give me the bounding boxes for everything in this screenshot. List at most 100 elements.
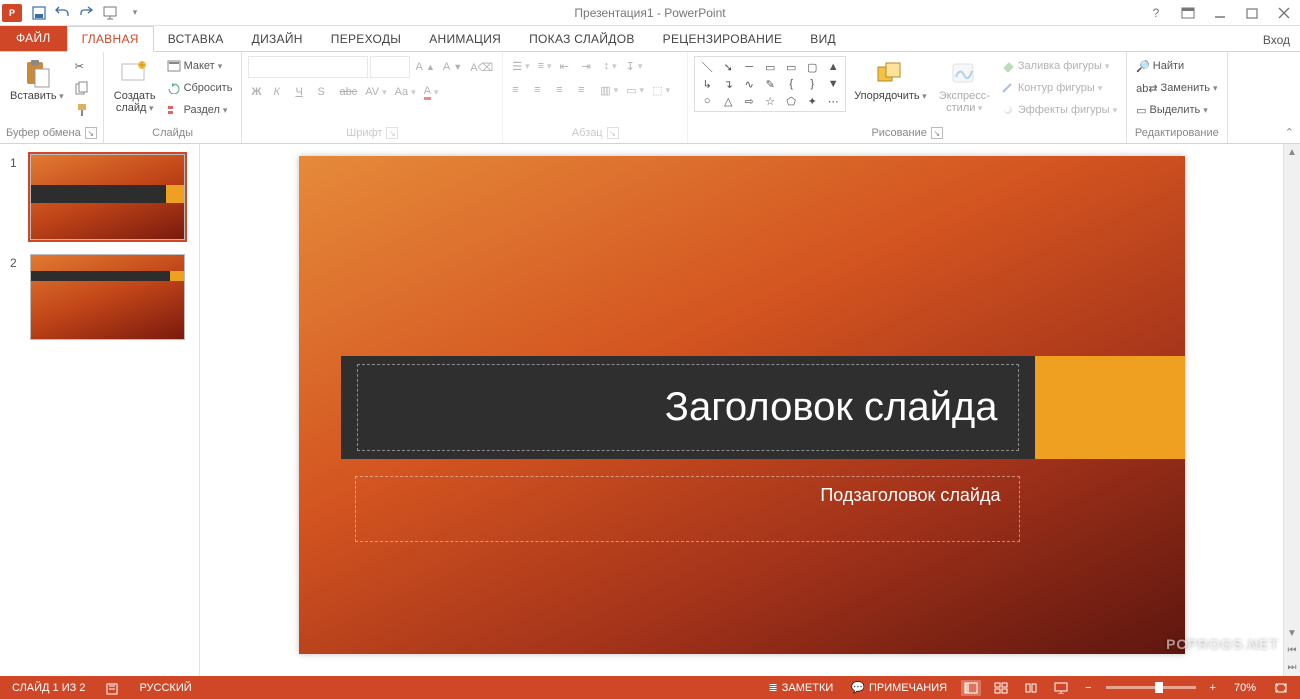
- change-case-button[interactable]: Aa: [392, 82, 419, 102]
- normal-view-icon[interactable]: [961, 680, 981, 696]
- reading-view-icon[interactable]: [1021, 680, 1041, 696]
- underline-button[interactable]: Ч: [292, 82, 312, 102]
- find-button[interactable]: 🔎Найти: [1133, 56, 1220, 76]
- thumbnail-1[interactable]: 1: [10, 154, 189, 240]
- justify-button[interactable]: ≡: [575, 80, 595, 100]
- zoom-slider[interactable]: [1106, 686, 1196, 689]
- new-slide-button[interactable]: Создать слайд: [110, 56, 160, 116]
- tab-review[interactable]: РЕЦЕНЗИРОВАНИЕ: [649, 27, 797, 51]
- shrink-font-button[interactable]: A▼: [440, 57, 465, 77]
- align-center-button[interactable]: ≡: [531, 80, 551, 100]
- spellcheck-icon[interactable]: [101, 679, 123, 697]
- slide-counter[interactable]: СЛАЙД 1 ИЗ 2: [8, 680, 89, 696]
- language-indicator[interactable]: РУССКИЙ: [135, 680, 195, 696]
- shape-tri-icon[interactable]: △: [718, 93, 738, 109]
- shape-effects-button[interactable]: Эффекты фигуры: [998, 100, 1120, 120]
- shape-plus-icon[interactable]: ✦: [802, 93, 822, 109]
- clear-format-button[interactable]: A⌫: [467, 57, 496, 77]
- font-launcher-icon[interactable]: ↘: [386, 127, 398, 139]
- undo-icon[interactable]: [52, 2, 74, 24]
- shape-brace2-icon[interactable]: }: [802, 76, 822, 92]
- tab-home[interactable]: ГЛАВНАЯ: [67, 26, 154, 52]
- save-icon[interactable]: [28, 2, 50, 24]
- paragraph-launcher-icon[interactable]: ↘: [607, 127, 619, 139]
- shape-star-icon[interactable]: ☆: [760, 93, 780, 109]
- title-placeholder[interactable]: Заголовок слайда: [341, 356, 1185, 459]
- shape-rect2-icon[interactable]: ▭: [781, 59, 801, 75]
- shape-more-icon[interactable]: ⋯: [823, 93, 843, 109]
- tab-insert[interactable]: ВСТАВКА: [154, 27, 238, 51]
- bold-button[interactable]: Ж: [248, 82, 268, 102]
- tab-animations[interactable]: АНИМАЦИЯ: [415, 27, 515, 51]
- zoom-in-icon[interactable]: +: [1206, 680, 1220, 696]
- arrange-button[interactable]: Упорядочить: [850, 56, 931, 104]
- ribbon-display-icon[interactable]: [1174, 2, 1202, 24]
- next-slide-icon[interactable]: ⏭: [1284, 659, 1300, 676]
- tab-design[interactable]: ДИЗАЙН: [238, 27, 317, 51]
- zoom-out-icon[interactable]: −: [1081, 680, 1095, 696]
- text-direction-button[interactable]: ↧: [623, 56, 646, 76]
- increase-indent-button[interactable]: ⇥: [579, 56, 599, 76]
- thumbnail-1-preview[interactable]: [30, 154, 185, 240]
- tab-file[interactable]: ФАЙЛ: [0, 25, 67, 51]
- decrease-indent-button[interactable]: ⇤: [557, 56, 577, 76]
- align-text-button[interactable]: ▭: [623, 80, 647, 100]
- shape-arrowr-icon[interactable]: ⇨: [739, 93, 759, 109]
- help-icon[interactable]: ?: [1142, 2, 1170, 24]
- vertical-scrollbar[interactable]: ▲ ▼ ⏮ ⏭: [1283, 144, 1300, 676]
- shape-up-icon[interactable]: ▲: [823, 59, 843, 75]
- quick-styles-button[interactable]: Экспресс- стили: [935, 56, 994, 116]
- shadow-button[interactable]: S: [314, 82, 334, 102]
- scroll-down-icon[interactable]: ▼: [1284, 625, 1300, 642]
- shape-line-icon[interactable]: ＼: [697, 59, 717, 75]
- prev-slide-icon[interactable]: ⏮: [1284, 642, 1300, 659]
- bullets-button[interactable]: ☰: [509, 56, 532, 76]
- select-button[interactable]: ▭Выделить: [1133, 100, 1220, 120]
- align-right-button[interactable]: ≡: [553, 80, 573, 100]
- slide-thumbnail-panel[interactable]: 1 2: [0, 144, 200, 676]
- drawing-launcher-icon[interactable]: ↘: [931, 127, 943, 139]
- thumbnail-2[interactable]: 2: [10, 254, 189, 340]
- shape-callout-icon[interactable]: ⬠: [781, 93, 801, 109]
- notes-button[interactable]: ≣ЗАМЕТКИ: [765, 679, 838, 696]
- scroll-up-icon[interactable]: ▲: [1284, 144, 1300, 161]
- minimize-icon[interactable]: [1206, 2, 1234, 24]
- numbering-button[interactable]: ≡: [535, 56, 555, 76]
- font-color-button[interactable]: A: [421, 82, 442, 102]
- smartart-button[interactable]: ⬚: [649, 80, 673, 100]
- cut-button[interactable]: ✂: [72, 56, 92, 76]
- qat-customize-icon[interactable]: [124, 2, 146, 24]
- shape-brace-icon[interactable]: {: [781, 76, 801, 92]
- shape-arrow-icon[interactable]: ➘: [718, 59, 738, 75]
- zoom-level[interactable]: 70%: [1230, 680, 1260, 696]
- layout-button[interactable]: Макет: [164, 56, 236, 76]
- sorter-view-icon[interactable]: [991, 680, 1011, 696]
- comments-button[interactable]: 💬ПРИМЕЧАНИЯ: [847, 679, 951, 696]
- columns-button[interactable]: ▥: [597, 80, 621, 100]
- thumbnail-2-preview[interactable]: [30, 254, 185, 340]
- reset-button[interactable]: Сбросить: [164, 78, 236, 98]
- shape-down-icon[interactable]: ▼: [823, 76, 843, 92]
- copy-button[interactable]: [72, 78, 92, 98]
- format-painter-button[interactable]: [72, 100, 92, 120]
- slide-canvas[interactable]: Заголовок слайда Подзаголовок слайда: [299, 156, 1185, 654]
- font-size-combo[interactable]: [370, 56, 410, 78]
- shape-curve-icon[interactable]: ∿: [739, 76, 759, 92]
- subtitle-placeholder[interactable]: Подзаголовок слайда: [355, 476, 1020, 542]
- title-text[interactable]: Заголовок слайда: [665, 385, 998, 430]
- fit-to-window-icon[interactable]: [1270, 680, 1292, 696]
- section-button[interactable]: Раздел: [164, 100, 236, 120]
- shape-outline-button[interactable]: Контур фигуры: [998, 78, 1120, 98]
- collapse-ribbon-icon[interactable]: ⌃: [1285, 126, 1294, 139]
- tab-view[interactable]: ВИД: [796, 27, 850, 51]
- replace-button[interactable]: ab⇄Заменить: [1133, 78, 1220, 98]
- sign-in-link[interactable]: Вход: [1253, 29, 1300, 51]
- shape-roundrect-icon[interactable]: ▢: [802, 59, 822, 75]
- maximize-icon[interactable]: [1238, 2, 1266, 24]
- slideshow-view-icon[interactable]: [1051, 680, 1071, 696]
- redo-icon[interactable]: [76, 2, 98, 24]
- clipboard-launcher-icon[interactable]: ↘: [85, 127, 97, 139]
- shape-line2-icon[interactable]: ─: [739, 59, 759, 75]
- tab-slideshow[interactable]: ПОКАЗ СЛАЙДОВ: [515, 27, 649, 51]
- close-icon[interactable]: [1270, 2, 1298, 24]
